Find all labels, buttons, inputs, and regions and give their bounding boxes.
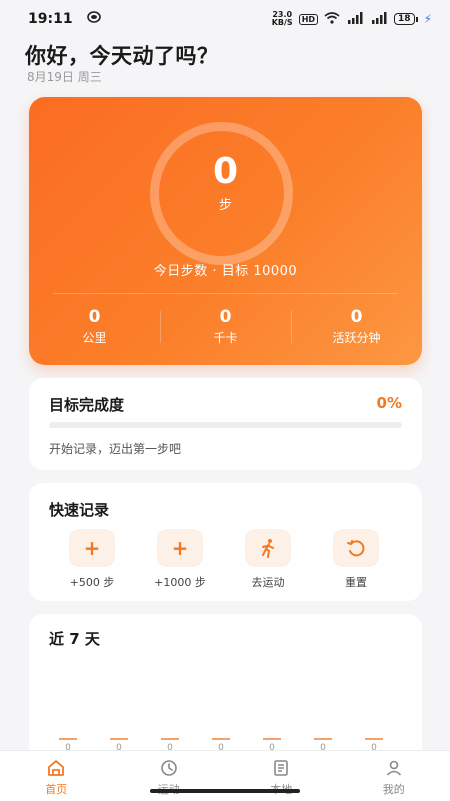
quick-record-row: + +500 步 + +1000 步 去运动 重置: [29, 529, 422, 590]
plus-icon[interactable]: +: [69, 529, 115, 567]
reset-icon[interactable]: [333, 529, 379, 567]
running-person-icon[interactable]: [245, 529, 291, 567]
page-title: 你好，今天动了吗？: [25, 40, 219, 70]
goal-progress-bar: [49, 422, 402, 428]
tab-label: 首页: [45, 783, 67, 796]
app-notification-icon: [87, 11, 101, 27]
metric-calories: 0 千卡: [160, 307, 291, 353]
battery-level: 18: [394, 13, 415, 25]
cell-signal-1-icon: [346, 12, 364, 27]
quick-label: 重置: [312, 574, 400, 590]
clock-icon: [160, 759, 178, 777]
person-icon: [385, 759, 403, 777]
add-500-steps-button[interactable]: + +500 步: [48, 529, 136, 590]
steps-unit: 步: [29, 194, 422, 213]
battery-icon: 18: [394, 13, 418, 25]
bar-baseline: [59, 738, 77, 740]
last-7-days-card: 近 7 天 0000000: [29, 614, 422, 764]
quick-label: +1000 步: [136, 574, 224, 590]
network-speed: 23.0 KB/S: [272, 11, 293, 27]
add-1000-steps-button[interactable]: + +1000 步: [136, 529, 224, 590]
goal-completion-card: 目标完成度 0% 开始记录，迈出第一步吧: [29, 378, 422, 470]
bar-baseline: [263, 738, 281, 740]
quick-label: +500 步: [48, 574, 136, 590]
metric-value: 0: [291, 307, 422, 327]
wifi-icon: [324, 12, 340, 27]
home-icon: [47, 759, 65, 777]
cell-signal-2-icon: [370, 12, 388, 27]
metrics-row: 0 公里 0 千卡 0 活跃分钟: [29, 307, 422, 353]
metric-active-minutes: 0 活跃分钟: [291, 307, 422, 353]
bar-baseline: [110, 738, 128, 740]
tab-profile[interactable]: 我的: [338, 751, 450, 801]
bar-baseline: [365, 738, 383, 740]
metric-value: 0: [160, 307, 291, 327]
tab-home[interactable]: 首页: [0, 751, 113, 801]
metric-distance: 0 公里: [29, 307, 160, 353]
go-exercise-button[interactable]: 去运动: [224, 529, 312, 590]
tab-exercise[interactable]: 运动: [113, 751, 226, 801]
goal-hint: 开始记录，迈出第一步吧: [49, 440, 181, 457]
last-7-days-title: 近 7 天: [49, 628, 100, 649]
goal-percent: 0%: [377, 394, 402, 412]
status-time: 19:11: [28, 11, 73, 27]
quick-label: 去运动: [224, 574, 312, 590]
quick-record-card: 快速记录 + +500 步 + +1000 步 去运动 重置: [29, 483, 422, 601]
bar-baseline: [161, 738, 179, 740]
today-steps-card: 0 步 今日步数 · 目标 10000 0 公里 0 千卡 0 活跃分钟: [29, 97, 422, 365]
divider: [53, 293, 398, 294]
charging-icon: ⚡: [424, 12, 432, 26]
metric-label: 千卡: [160, 329, 291, 346]
bottom-tab-bar: 首页 运动 本地 我的: [0, 750, 450, 801]
tab-label: 我的: [383, 783, 405, 796]
metric-value: 0: [29, 307, 160, 327]
status-bar: 19:11 23.0 KB/S HD 18 ⚡: [0, 0, 450, 38]
metric-label: 公里: [29, 329, 160, 346]
steps-goal-text: 今日步数 · 目标 10000: [29, 260, 422, 279]
tab-local[interactable]: 本地: [225, 751, 338, 801]
home-indicator: [150, 789, 300, 793]
reset-button[interactable]: 重置: [312, 529, 400, 590]
bar-baseline: [212, 738, 230, 740]
metric-label: 活跃分钟: [291, 329, 422, 346]
goal-title: 目标完成度: [49, 394, 124, 415]
bar-baseline: [314, 738, 332, 740]
quick-record-title: 快速记录: [49, 499, 109, 520]
plus-icon[interactable]: +: [157, 529, 203, 567]
hd-badge: HD: [299, 14, 318, 25]
steps-count: 0: [29, 151, 422, 192]
date-label: 8月19日 周三: [27, 68, 102, 85]
document-icon: [272, 759, 290, 777]
